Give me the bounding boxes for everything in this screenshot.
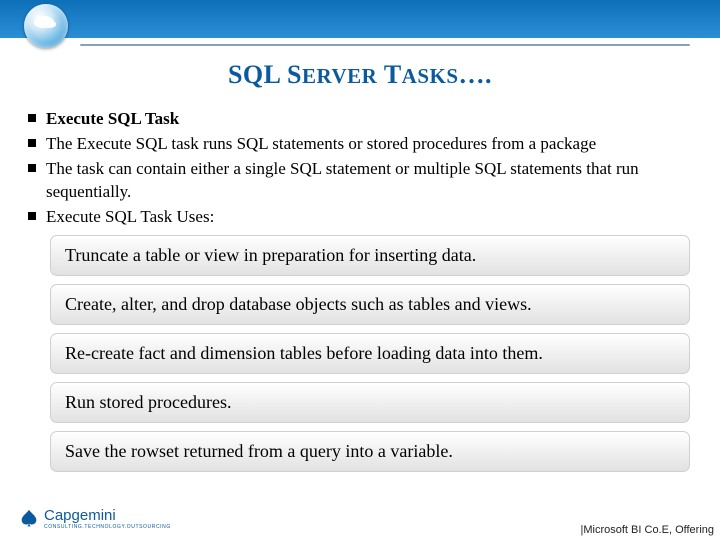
title-seg-3: T: [377, 60, 401, 89]
title-seg-4: ASKS: [402, 64, 459, 88]
use-box: Save the rowset returned from a query in…: [50, 431, 690, 472]
use-box: Create, alter, and drop database objects…: [50, 284, 690, 325]
brand-tagline: CONSULTING.TECHNOLOGY.OUTSOURCING: [44, 524, 171, 530]
brand-name: Capgemini: [44, 507, 116, 524]
slide-title: SQL SERVER TASKS….: [0, 60, 720, 90]
use-box: Re-create fact and dimension tables befo…: [50, 333, 690, 374]
header-bar: [0, 0, 720, 38]
uses-box-list: Truncate a table or view in preparation …: [50, 235, 690, 480]
brand-logo: Capgemini CONSULTING.TECHNOLOGY.OUTSOURC…: [18, 507, 171, 530]
footer-text: |Microsoft BI Co.E, Offering: [581, 524, 714, 536]
header-divider: [80, 44, 690, 46]
use-box: Run stored procedures.: [50, 382, 690, 423]
bullet-item: The task can contain either a single SQL…: [28, 158, 708, 204]
title-seg-2: ERVER: [302, 64, 377, 88]
bullet-item: Execute SQL Task: [28, 108, 708, 131]
title-seg-1: SQL S: [228, 60, 302, 89]
bullet-list: Execute SQL Task The Execute SQL task ru…: [28, 108, 708, 231]
title-seg-5: ….: [459, 60, 493, 89]
bullet-item: Execute SQL Task Uses:: [28, 206, 708, 229]
spade-icon: [18, 508, 40, 530]
use-box: Truncate a table or view in preparation …: [50, 235, 690, 276]
bullet-item: The Execute SQL task runs SQL statements…: [28, 133, 708, 156]
cloud-badge-icon: [24, 4, 68, 48]
